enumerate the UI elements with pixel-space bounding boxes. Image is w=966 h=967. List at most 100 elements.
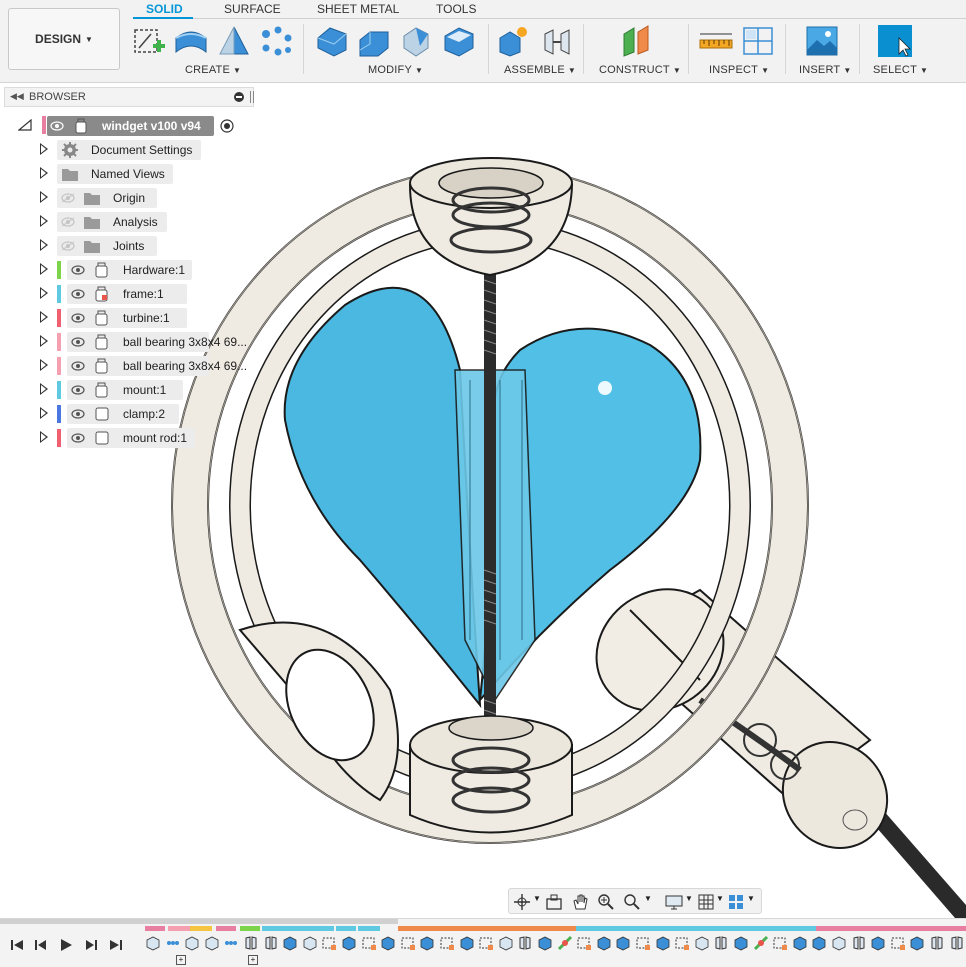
expand-triangle-icon[interactable] [40,167,48,179]
expand-triangle-icon[interactable] [40,191,48,203]
timeline-feature-body-icon[interactable] [694,935,710,951]
timeline-feature-extrude-icon[interactable] [655,935,671,951]
step-forward-icon[interactable] [83,937,99,953]
select-icon[interactable] [877,24,913,58]
browser-item-chip[interactable]: Joints [57,236,157,256]
expand-triangle-icon[interactable] [40,215,48,227]
offset-plane-icon[interactable] [618,24,654,58]
visibility-eye-icon[interactable] [71,361,85,371]
grid-settings-icon[interactable] [697,893,715,911]
chevron-down-icon[interactable]: ▼ [747,894,755,903]
timeline-feature-revolve-icon[interactable] [282,935,298,951]
expand-triangle-icon[interactable] [40,407,48,419]
pattern-icon[interactable] [258,24,294,58]
chevron-down-icon[interactable]: ▼ [533,894,541,903]
assemble-menu[interactable]: ASSEMBLE ▼ [504,64,576,76]
timeline-feature-joint-icon[interactable] [851,935,867,951]
construct-menu[interactable]: CONSTRUCT ▼ [599,64,681,76]
expand-group-icon[interactable]: + [248,955,258,965]
expand-triangle-icon[interactable] [40,431,48,443]
timeline-feature-extrude-icon[interactable] [380,935,396,951]
joint-icon[interactable] [539,24,575,58]
viewports-icon[interactable] [727,893,745,911]
timeline-feature-sketch-icon[interactable] [674,935,690,951]
measure-icon[interactable] [698,24,734,58]
timeline-feature-extrude-icon[interactable] [909,935,925,951]
select-menu[interactable]: SELECT ▼ [873,64,928,76]
browser-item-chip[interactable]: Hardware:1 [67,260,192,280]
browser-item-chip[interactable]: frame:1 [67,284,187,304]
timeline-feature-joint-icon[interactable] [929,935,945,951]
timeline-feature-body-icon[interactable] [184,935,200,951]
timeline-feature-sketch-icon[interactable] [439,935,455,951]
chevron-down-icon[interactable]: ▼ [644,894,652,903]
expand-triangle-icon[interactable] [40,335,48,347]
collapse-panel-icon[interactable]: ◀◀ [10,91,24,102]
timeline-feature-body-icon[interactable] [302,935,318,951]
inspect-menu[interactable]: INSPECT ▼ [709,64,769,76]
expand-triangle-icon[interactable] [40,143,48,155]
timeline-feature-sketch-icon[interactable] [576,935,592,951]
expand-triangle-icon[interactable] [40,383,48,395]
visibility-eye-icon[interactable] [71,433,85,443]
timeline-feature-sketch-icon[interactable] [772,935,788,951]
timeline-feature-sketch-icon[interactable] [321,935,337,951]
timeline-feature-joint-icon[interactable] [949,935,965,951]
visibility-eye-icon[interactable] [71,313,85,323]
revolve-icon[interactable] [216,24,252,58]
browser-item-chip[interactable]: turbine:1 [67,308,187,328]
create-sketch-icon[interactable] [131,24,167,58]
timeline-feature-body-icon[interactable] [831,935,847,951]
visibility-eye-icon[interactable] [71,409,85,419]
timeline-feature-body-icon[interactable] [204,935,220,951]
timeline-feature-joint-icon[interactable] [243,935,259,951]
extrude-icon[interactable] [173,24,209,58]
expand-triangle-icon[interactable] [40,263,48,275]
timeline-scrollbar[interactable] [0,919,398,924]
minimize-icon[interactable] [234,92,244,102]
timeline-feature-sketch-icon[interactable] [400,935,416,951]
browser-item-chip[interactable]: clamp:2 [67,404,179,424]
timeline-feature-sketch-icon[interactable] [890,935,906,951]
tab-tools[interactable]: TOOLS [436,2,476,16]
visibility-eye-icon[interactable] [61,241,75,251]
orbit-icon[interactable] [513,893,531,911]
tab-surface[interactable]: SURFACE [224,2,281,16]
pan-hand-icon[interactable] [571,893,589,911]
skip-start-icon[interactable] [9,937,25,953]
timeline-feature-body-icon[interactable] [145,935,161,951]
timeline-feature-extrude-icon[interactable] [419,935,435,951]
insert-menu[interactable]: INSERT ▼ [799,64,851,76]
zoom-icon[interactable] [597,893,615,911]
panel-grip-icon[interactable] [250,91,254,103]
create-menu[interactable]: CREATE ▼ [185,64,241,76]
workspace-switcher-button[interactable]: DESIGN ▼ [8,8,120,70]
timeline-feature-extrude-icon[interactable] [792,935,808,951]
activate-radio-icon[interactable] [219,118,235,134]
browser-item-chip[interactable]: Origin [57,188,157,208]
visibility-eye-icon[interactable] [61,193,75,203]
timeline-feature-extrude-icon[interactable] [537,935,553,951]
timeline-feature-joint-icon[interactable] [517,935,533,951]
browser-item-chip[interactable]: ball bearing 3x8x4 69... [67,332,247,352]
visibility-eye-icon[interactable] [71,265,85,275]
chevron-down-icon[interactable]: ▼ [685,894,693,903]
timeline-feature-extrude-icon[interactable] [596,935,612,951]
root-component-chip[interactable]: windget v100 v94 [47,116,214,136]
press-pull-icon[interactable] [314,24,350,58]
timeline-feature-joint-icon[interactable] [713,935,729,951]
insert-image-icon[interactable] [804,24,840,58]
visibility-eye-icon[interactable] [71,337,85,347]
section-analysis-icon[interactable] [740,24,776,58]
timeline-feature-sketch-icon[interactable] [361,935,377,951]
timeline-feature-body-icon[interactable] [498,935,514,951]
look-at-icon[interactable] [545,893,563,911]
modify-menu[interactable]: MODIFY ▼ [368,64,423,76]
expanded-triangle-icon[interactable] [18,119,32,131]
tab-sheet-metal[interactable]: SHEET METAL [317,2,399,16]
visibility-eye-icon[interactable] [71,385,85,395]
browser-item-chip[interactable]: mount:1 [67,380,183,400]
chamfer-icon[interactable] [398,24,434,58]
zoom-window-icon[interactable] [623,893,641,911]
browser-item-chip[interactable]: ball bearing 3x8x4 69... [67,356,247,376]
